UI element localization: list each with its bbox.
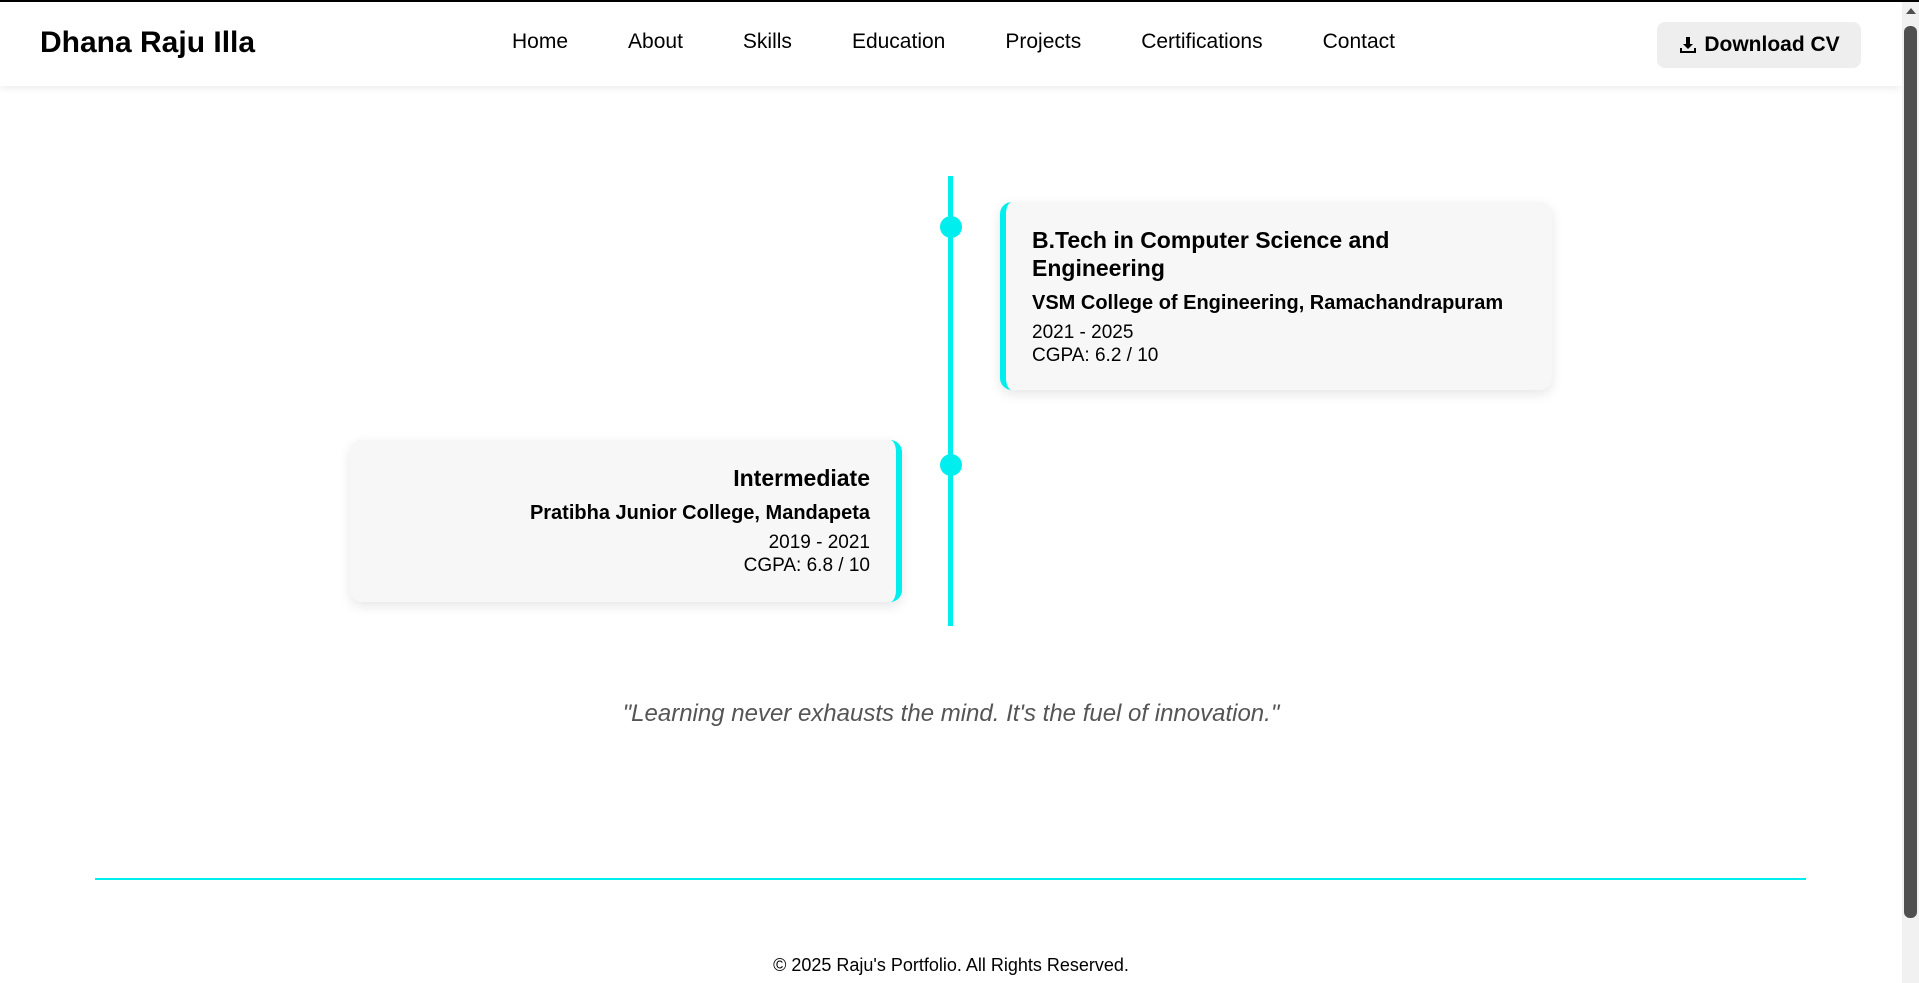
navbar: Dhana Raju Illa Home About Skills Educat… <box>0 2 1902 86</box>
download-cv-button[interactable]: Download CV <box>1657 22 1861 68</box>
scroll-up-arrow-icon[interactable] <box>1906 8 1916 14</box>
nav-education[interactable]: Education <box>852 30 945 54</box>
degree-title: Intermediate <box>733 465 870 491</box>
footer-copyright: © 2025 Raju's Portfolio. All Rights Rese… <box>773 955 1129 975</box>
timeline-dot <box>940 454 962 476</box>
vertical-scrollbar[interactable] <box>1902 2 1919 983</box>
nav-about[interactable]: About <box>628 30 683 54</box>
timeline-dot <box>940 216 962 238</box>
education-score: CGPA: 6.2 / 10 <box>1032 345 1159 366</box>
nav-links: Home About Skills Education Projects Cer… <box>512 30 1395 54</box>
education-score: CGPA: 6.8 / 10 <box>743 555 870 576</box>
institution-name: VSM College of Engineering, Ramachandrap… <box>1032 292 1504 314</box>
download-cv-label: Download CV <box>1704 33 1840 56</box>
education-years: 2021 - 2025 <box>1032 322 1134 343</box>
nav-home[interactable]: Home <box>512 30 568 54</box>
nav-contact[interactable]: Contact <box>1323 30 1395 54</box>
download-icon <box>1680 37 1697 53</box>
nav-certifications[interactable]: Certifications <box>1141 30 1262 54</box>
quote-text: "Learning never exhausts the mind. It's … <box>622 700 1280 727</box>
education-card-btech: B.Tech in Computer Science and Engineeri… <box>1000 202 1552 390</box>
brand-name[interactable]: Dhana Raju Illa <box>40 26 255 60</box>
education-years: 2019 - 2021 <box>768 532 870 553</box>
education-card-intermediate: Intermediate Pratibha Junior College, Ma… <box>350 440 902 602</box>
nav-skills[interactable]: Skills <box>743 30 792 54</box>
institution-name: Pratibha Junior College, Mandapeta <box>529 502 870 524</box>
degree-title: B.Tech in Computer Science and Engineeri… <box>1032 227 1390 281</box>
scrollbar-thumb[interactable] <box>1904 26 1917 918</box>
nav-projects[interactable]: Projects <box>1005 30 1081 54</box>
timeline-line <box>948 176 953 626</box>
footer-divider <box>95 878 1806 880</box>
